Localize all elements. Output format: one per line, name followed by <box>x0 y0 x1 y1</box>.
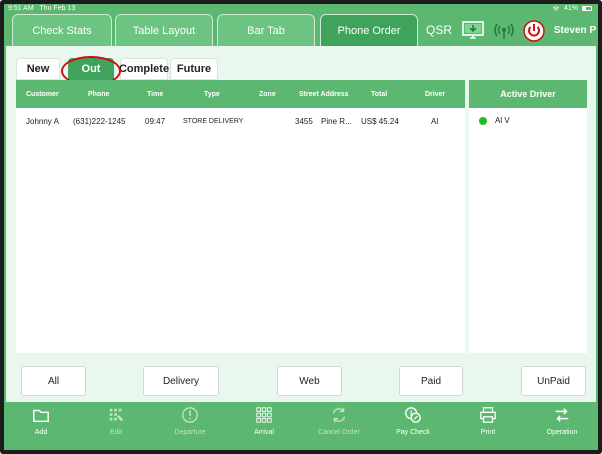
cell-driver: Al <box>431 117 439 126</box>
operation-label: Operation <box>546 429 578 436</box>
device-frame: 9:51 AM Thu Feb 13 41% Check Stats Table… <box>0 0 602 454</box>
active-driver-panel: Active Driver Al V <box>469 80 587 353</box>
orders-table: Customer Phone Time Type Zone Street Add… <box>16 80 465 353</box>
subtab-future[interactable]: Future <box>170 58 218 80</box>
status-right: 41% <box>552 5 592 12</box>
col-total: Total <box>371 91 388 98</box>
filter-paid-button[interactable]: Paid <box>399 366 463 396</box>
departure-button[interactable]: Departure <box>160 406 220 448</box>
bottom-toolbar: Add Edit Departure Arrival Cancel Order … <box>4 402 598 450</box>
qsr-button[interactable]: QSR <box>422 14 456 46</box>
app-screen: 9:51 AM Thu Feb 13 41% Check Stats Table… <box>4 4 598 450</box>
edit-label: Edit <box>109 429 123 436</box>
cell-street: Pine R... <box>321 117 352 126</box>
print-button[interactable]: Print <box>458 406 518 448</box>
swap-icon <box>555 408 569 422</box>
table-header: Customer Phone Time Type Zone Street Add… <box>16 80 465 108</box>
edit-button[interactable]: Edit <box>86 406 146 448</box>
col-type: Type <box>204 91 220 98</box>
filter-delivery-button[interactable]: Delivery <box>143 366 219 396</box>
subtab-complete[interactable]: Complete <box>119 58 169 80</box>
col-driver: Driver <box>425 91 446 98</box>
driver-name: Al V <box>495 116 510 125</box>
filter-web-button[interactable]: Web <box>277 366 342 396</box>
pay-check-label: Pay Check <box>396 429 430 436</box>
folder-icon <box>33 409 49 423</box>
status-time: 9:51 AM <box>8 5 34 12</box>
tab-table-layout[interactable]: Table Layout <box>115 14 213 46</box>
phone-order-panel: New Out Complete Future Customer Phone T… <box>6 46 596 402</box>
status-bar: 9:51 AM Thu Feb 13 41% <box>4 4 598 14</box>
tab-phone-order[interactable]: Phone Order <box>320 14 418 46</box>
table-row[interactable]: Johnny A (631)222-1245 09:47 STORE DELIV… <box>16 108 465 134</box>
filter-unpaid-button[interactable]: UnPaid <box>521 366 586 396</box>
clock-alert-icon <box>182 407 198 423</box>
add-button[interactable]: Add <box>11 406 71 448</box>
wireless-signal-icon[interactable] <box>490 18 518 44</box>
monitor-icon[interactable] <box>459 18 487 44</box>
cell-type: STORE DELIVERY <box>183 118 244 125</box>
subtab-out[interactable]: Out <box>68 58 114 80</box>
tab-check-stats[interactable]: Check Stats <box>12 14 112 46</box>
arrival-button[interactable]: Arrival <box>234 406 294 448</box>
arrival-label: Arrival <box>254 429 274 436</box>
cell-phone: (631)222-1245 <box>73 117 126 126</box>
coins-icon <box>405 407 421 423</box>
cancel-arrows-icon <box>332 407 346 423</box>
wifi-icon <box>552 5 560 11</box>
col-time: Time <box>147 91 164 98</box>
subtab-new[interactable]: New <box>16 58 60 80</box>
active-driver-title: Active Driver <box>469 80 587 108</box>
cell-time: 09:47 <box>145 117 166 126</box>
status-date: Thu Feb 13 <box>39 5 76 12</box>
col-phone: Phone <box>88 91 110 98</box>
filter-all-button[interactable]: All <box>21 366 86 396</box>
pay-check-button[interactable]: Pay Check <box>383 406 443 448</box>
add-label: Add <box>34 429 48 436</box>
cell-total: US$ 45.24 <box>361 117 399 126</box>
departure-label: Departure <box>174 429 206 436</box>
operation-button[interactable]: Operation <box>532 406 592 448</box>
cancel-order-button[interactable]: Cancel Order <box>309 406 369 448</box>
user-name[interactable]: Steven P <box>552 14 598 46</box>
grid-icon <box>256 407 272 423</box>
tab-bar-tab[interactable]: Bar Tab <box>217 14 315 46</box>
battery-icon <box>582 6 592 11</box>
driver-list-item[interactable]: Al V <box>479 116 510 125</box>
col-street-address: Street Address <box>299 91 349 98</box>
status-time-date: 9:51 AM Thu Feb 13 <box>8 5 75 12</box>
driver-status-dot <box>479 116 487 125</box>
grid-edit-icon <box>109 408 124 422</box>
cell-customer: Johnny A <box>26 117 59 126</box>
battery-percent: 41% <box>563 5 578 12</box>
cell-street-number: 3455 <box>295 117 313 126</box>
printer-icon <box>480 407 496 423</box>
col-zone: Zone <box>259 91 276 98</box>
col-customer: Customer <box>26 91 59 98</box>
cancel-order-label: Cancel Order <box>318 429 360 436</box>
power-icon[interactable] <box>520 18 548 44</box>
print-label: Print <box>480 429 496 436</box>
